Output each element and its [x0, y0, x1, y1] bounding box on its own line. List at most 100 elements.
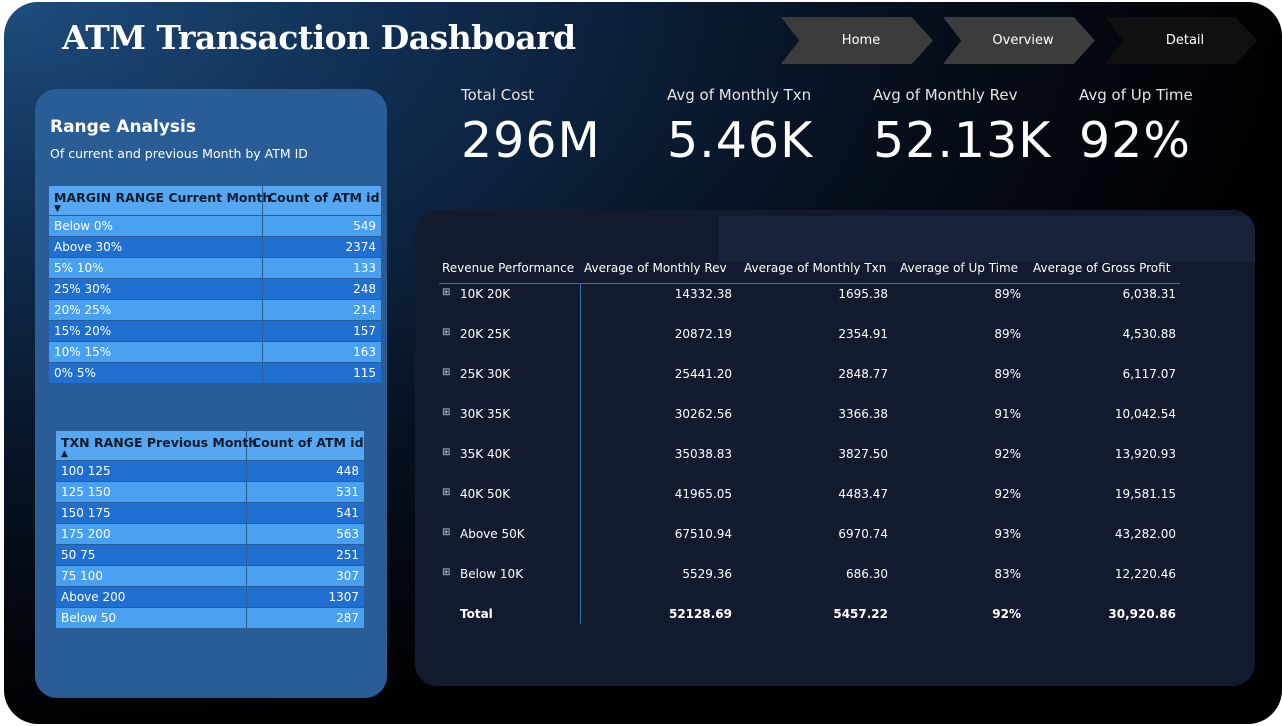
kpi-avg-monthly-rev: Avg of Monthly Rev 52.13K — [873, 86, 1051, 169]
total-up-time: 92% — [992, 607, 1021, 621]
table-row[interactable]: 75 100 307 — [56, 566, 364, 587]
header-label: MARGIN RANGE Current Month — [54, 190, 272, 205]
count-cell: 248 — [353, 282, 376, 296]
column-header-avg-monthly-rev[interactable]: Average of Monthly Rev — [576, 261, 736, 275]
monthly-rev-cell: 35038.83 — [674, 447, 732, 461]
table-row[interactable]: 125 150 531 — [56, 482, 364, 503]
total-monthly-rev: 52128.69 — [668, 607, 732, 621]
matrix-row[interactable]: ⊞ 25K 30K 25441.20 2848.77 89% 6,117.07 — [439, 364, 1180, 404]
range-cell: 50 75 — [56, 545, 247, 565]
expand-icon[interactable]: ⊞ — [442, 487, 451, 498]
table-row[interactable]: 5% 10% 133 — [49, 258, 381, 279]
row-label: 35K 40K — [460, 447, 511, 461]
matrix-header: Revenue Performance Average of Monthly R… — [439, 253, 1180, 284]
column-header-count[interactable]: Count of ATM id — [247, 431, 364, 460]
row-header: Total — [439, 607, 576, 621]
matrix-row[interactable]: ⊞ 20K 25K 20872.19 2354.91 89% 4,530.88 — [439, 324, 1180, 364]
nav-detail-button[interactable]: Detail — [1105, 17, 1257, 64]
monthly-rev-cell: 20872.19 — [674, 327, 732, 341]
gross-profit-cell: 6,038.31 — [1122, 287, 1176, 301]
gross-profit-cell: 6,117.07 — [1122, 367, 1176, 381]
range-cell: 75 100 — [56, 566, 247, 586]
expand-icon[interactable]: ⊞ — [442, 327, 451, 338]
up-time-cell: 91% — [994, 407, 1021, 421]
up-time-cell: 92% — [994, 447, 1021, 461]
row-header: ⊞ 20K 25K — [439, 327, 576, 341]
count-cell: 133 — [353, 261, 376, 275]
table-row[interactable]: 175 200 563 — [56, 524, 364, 545]
expand-icon[interactable]: ⊞ — [442, 367, 451, 378]
revenue-performance-matrix[interactable]: Revenue Performance Average of Monthly R… — [439, 253, 1180, 644]
expand-icon[interactable]: ⊞ — [442, 567, 451, 578]
gross-profit-cell: 12,220.46 — [1114, 567, 1176, 581]
table-row[interactable]: 150 175 541 — [56, 503, 364, 524]
monthly-txn-cell: 4483.47 — [838, 487, 888, 501]
range-analysis-title: Range Analysis — [50, 117, 196, 137]
monthly-rev-cell: 14332.38 — [674, 287, 732, 301]
table-row[interactable]: 10% 15% 163 — [49, 342, 381, 363]
column-header-avg-monthly-txn[interactable]: Average of Monthly Txn — [736, 261, 892, 275]
table-row[interactable]: Below 0% 549 — [49, 216, 381, 237]
header-label: TXN RANGE Previous Month — [61, 435, 258, 450]
matrix-row[interactable]: ⊞ 30K 35K 30262.56 3366.38 91% 10,042.54 — [439, 404, 1180, 444]
table-header: TXN RANGE Previous Month ▲ Count of ATM … — [56, 431, 364, 461]
kpi-avg-monthly-txn: Avg of Monthly Txn 5.46K — [667, 86, 813, 169]
table-row[interactable]: Above 30% 2374 — [49, 237, 381, 258]
range-cell: Above 30% — [49, 237, 263, 257]
margin-range-table[interactable]: MARGIN RANGE Current Month ▼ Count of AT… — [49, 186, 381, 384]
row-header: ⊞ 35K 40K — [439, 447, 576, 461]
table-row[interactable]: 20% 25% 214 — [49, 300, 381, 321]
kpi-label: Avg of Up Time — [1079, 86, 1193, 104]
sort-ascending-icon: ▲ — [61, 449, 68, 459]
monthly-txn-cell: 2848.77 — [838, 367, 888, 381]
table-row[interactable]: 25% 30% 248 — [49, 279, 381, 300]
column-header-avg-gross-profit[interactable]: Average of Gross Profit — [1025, 261, 1180, 275]
range-cell: 20% 25% — [49, 300, 263, 320]
expand-icon[interactable]: ⊞ — [442, 447, 451, 458]
up-time-cell: 89% — [994, 367, 1021, 381]
matrix-row[interactable]: ⊞ Above 50K 67510.94 6970.74 93% 43,282.0… — [439, 524, 1180, 564]
table-row[interactable]: 100 125 448 — [56, 461, 364, 482]
row-header: ⊞ 25K 30K — [439, 367, 576, 381]
column-header-margin-range[interactable]: MARGIN RANGE Current Month ▼ — [49, 186, 271, 215]
total-label: Total — [460, 607, 493, 621]
up-time-cell: 83% — [994, 567, 1021, 581]
table-header: MARGIN RANGE Current Month ▼ Count of AT… — [49, 186, 381, 216]
table-row[interactable]: 0% 5% 115 — [49, 363, 381, 384]
row-label: 40K 50K — [460, 487, 511, 501]
total-monthly-txn: 5457.22 — [833, 607, 888, 621]
table-row[interactable]: 50 75 251 — [56, 545, 364, 566]
table-row[interactable]: Above 200 1307 — [56, 587, 364, 608]
monthly-txn-cell: 1695.38 — [838, 287, 888, 301]
row-label: 20K 25K — [460, 327, 511, 341]
gross-profit-cell: 13,920.93 — [1114, 447, 1176, 461]
nav-overview-button[interactable]: Overview — [943, 17, 1095, 64]
monthly-txn-cell: 3827.50 — [838, 447, 888, 461]
count-cell: 115 — [353, 366, 376, 380]
monthly-rev-cell: 25441.20 — [674, 367, 732, 381]
matrix-row[interactable]: ⊞ 10K 20K 14332.38 1695.38 89% 6,038.31 — [439, 284, 1180, 324]
expand-icon[interactable]: ⊞ — [442, 287, 451, 298]
monthly-rev-cell: 67510.94 — [674, 527, 732, 541]
range-cell: 10% 15% — [49, 342, 263, 362]
gross-profit-cell: 4,530.88 — [1122, 327, 1176, 341]
nav-home-button[interactable]: Home — [781, 17, 933, 64]
column-header-revenue-performance[interactable]: Revenue Performance — [439, 261, 576, 275]
table-row[interactable]: Below 50 287 — [56, 608, 364, 629]
txn-range-table[interactable]: TXN RANGE Previous Month ▲ Count of ATM … — [56, 431, 364, 629]
expand-icon[interactable]: ⊞ — [442, 527, 451, 538]
column-header-txn-range[interactable]: TXN RANGE Previous Month ▲ — [56, 431, 257, 460]
sort-descending-icon: ▼ — [54, 204, 61, 214]
matrix-row[interactable]: ⊞ 40K 50K 41965.05 4483.47 92% 19,581.15 — [439, 484, 1180, 524]
matrix-row[interactable]: ⊞ 35K 40K 35038.83 3827.50 92% 13,920.93 — [439, 444, 1180, 484]
column-header-count[interactable]: Count of ATM id — [263, 186, 381, 215]
table-row[interactable]: 15% 20% 157 — [49, 321, 381, 342]
row-label: Below 10K — [460, 567, 524, 581]
expand-icon[interactable]: ⊞ — [442, 407, 451, 418]
matrix-row[interactable]: ⊞ Below 10K 5529.36 686.30 83% 12,220.46 — [439, 564, 1180, 604]
monthly-txn-cell: 686.30 — [846, 567, 888, 581]
count-cell: 251 — [336, 548, 359, 562]
column-header-avg-up-time[interactable]: Average of Up Time — [892, 261, 1025, 275]
range-analysis-subtitle: Of current and previous Month by ATM ID — [50, 146, 308, 161]
kpi-label: Total Cost — [461, 86, 535, 104]
